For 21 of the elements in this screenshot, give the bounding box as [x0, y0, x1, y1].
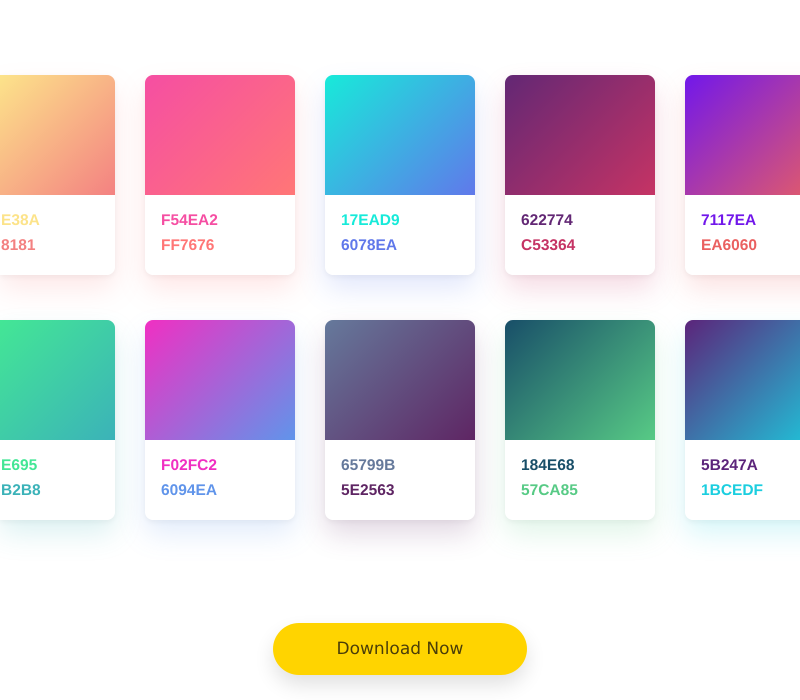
hex-code: 8181 — [1, 237, 36, 255]
hex-code: F54EA2 — [161, 212, 218, 230]
hex-code: 7117EA — [701, 212, 756, 230]
download-button[interactable]: Download Now — [273, 623, 527, 675]
hex-code: 57CA85 — [521, 482, 578, 500]
hex-code: 6078EA — [341, 237, 398, 255]
hex-code: 622774 — [521, 212, 573, 230]
hex-code: 5B247A — [701, 457, 758, 475]
hex-code: 1BCEDF — [701, 482, 764, 500]
hex-code: 184E68 — [521, 457, 574, 475]
hex-code: FF7676 — [161, 237, 214, 255]
hex-code: 6094EA — [161, 482, 218, 500]
hex-code: F02FC2 — [161, 457, 217, 475]
hex-code: E695 — [1, 457, 38, 475]
hex-code: C53364 — [521, 237, 576, 255]
hex-code: 17EAD9 — [341, 212, 400, 230]
hex-code: E38A — [1, 212, 40, 230]
hex-code: B2B8 — [1, 482, 41, 500]
hex-code: EA6060 — [701, 237, 758, 255]
hex-code: 5E2563 — [341, 482, 394, 500]
hex-code: 65799B — [341, 457, 396, 475]
